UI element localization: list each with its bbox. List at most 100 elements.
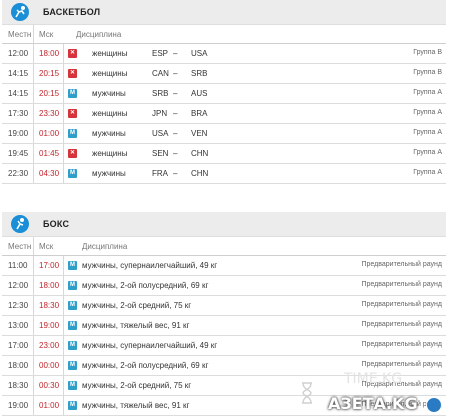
table-row: 14:15 20:15 Mмужчины SRB – AUS Группа A [2, 84, 446, 104]
round-note: Группа A [413, 129, 442, 136]
local-time: 19:00 [8, 129, 29, 138]
discipline: мужчины, 2-ой полусредний, 69 кг [82, 361, 209, 370]
local-time: 12:00 [8, 281, 29, 290]
watermark-text: АЗЕТА.KG [328, 394, 418, 413]
local-time: 19:45 [8, 149, 29, 158]
team-separator: – [173, 109, 178, 118]
men-badge-icon: M [68, 361, 77, 370]
table-row: 22:30 04:30 Mмужчины FRA – CHN Группа A [2, 164, 446, 184]
team-separator: – [173, 49, 178, 58]
local-time: 14:15 [8, 69, 29, 78]
boxing-icon [11, 215, 29, 233]
col-discipline: Дисциплина [82, 242, 128, 251]
moscow-time: 20:15 [39, 89, 60, 98]
moscow-time: 17:00 [39, 261, 60, 270]
women-badge-icon: ✕ [68, 109, 77, 118]
moscow-time: 18:30 [39, 301, 60, 310]
discipline: мужчины, 2-ой полусредний, 69 кг [82, 281, 209, 290]
col-local: Местн [8, 30, 32, 39]
col-msk: Мск [39, 242, 54, 251]
moscow-time: 23:00 [39, 341, 60, 350]
team-2: CHN [191, 169, 209, 178]
moscow-time: 01:00 [39, 401, 60, 410]
moscow-time: 20:15 [39, 69, 60, 78]
round-note: Предварительный раунд [361, 281, 442, 288]
basketball-icon [11, 3, 29, 21]
moscow-time: 23:30 [39, 109, 60, 118]
team-2: BRA [191, 109, 208, 118]
men-badge-icon: M [68, 281, 77, 290]
round-note: Группа A [413, 109, 442, 116]
local-time: 22:30 [8, 169, 29, 178]
team-2: USA [191, 49, 208, 58]
moscow-time: 18:00 [39, 49, 60, 58]
local-time: 12:30 [8, 301, 29, 310]
round-note: Группа B [413, 69, 442, 76]
moscow-time: 19:00 [39, 321, 60, 330]
discipline: мужчины [92, 89, 126, 98]
moscow-time: 00:00 [39, 361, 60, 370]
men-badge-icon: M [68, 89, 77, 98]
discipline: мужчины [92, 169, 126, 178]
col-discipline: Дисциплина [76, 30, 122, 39]
men-badge-icon: M [68, 261, 77, 270]
women-badge-icon: ✕ [68, 69, 77, 78]
table-row: 19:45 01:45 ✕ женщины SEN – CHN Группа A [2, 144, 446, 164]
local-time: 13:00 [8, 321, 29, 330]
men-badge-icon: M [68, 341, 77, 350]
discipline: мужчины, тяжелый вес, 91 кг [82, 401, 190, 410]
round-note: Предварительный раунд [361, 301, 442, 308]
discipline: мужчины, 2-ой средний, 75 кг [82, 381, 192, 390]
team-1: SEN [152, 149, 169, 158]
hourglass-icon [302, 382, 312, 404]
local-time: 11:00 [8, 261, 28, 270]
table-row: 17:30 23:30 ✕ женщины JPN – BRA Группа A [2, 104, 446, 124]
watermark-logo: TIME.KG АЗЕТА.KG [322, 371, 446, 415]
column-header: Местн Мск Дисциплина [2, 237, 446, 256]
team-2: CHN [191, 149, 209, 158]
women-badge-icon: ✕ [68, 49, 77, 58]
discipline: женщины [92, 109, 128, 118]
team-2: SRB [191, 69, 208, 78]
local-time: 19:00 [8, 401, 29, 410]
table-row: 19:00 01:00 Mмужчины USA – VEN Группа A [2, 124, 446, 144]
team-separator: – [173, 69, 178, 78]
team-1: CAN [152, 69, 169, 78]
local-time: 17:30 [8, 109, 29, 118]
round-note: Группа A [413, 169, 442, 176]
team-1: SRB [152, 89, 169, 98]
table-row: 13:00 19:00 Mмужчины, тяжелый вес, 91 кг Пр… [2, 316, 446, 336]
section-title: БАСКЕТБОЛ [43, 7, 101, 17]
discipline: женщины [92, 49, 128, 58]
men-badge-icon: M [68, 169, 77, 178]
team-separator: – [173, 169, 178, 178]
basketball-section: БАСКЕТБОЛ Местн Мск Дисциплина 12:00 18:0… [2, 0, 446, 184]
globe-icon [426, 397, 442, 413]
team-2: VEN [191, 129, 208, 138]
team-1: JPN [152, 109, 168, 118]
round-note: Предварительный раунд [361, 261, 442, 268]
round-note: Предварительный раунд [361, 341, 442, 348]
team-separator: – [173, 129, 178, 138]
moscow-time: 04:30 [39, 169, 60, 178]
boxing-header: БОКС [2, 212, 446, 237]
discipline: мужчины, тяжелый вес, 91 кг [82, 321, 190, 330]
moscow-time: 01:00 [39, 129, 60, 138]
women-badge-icon: ✕ [68, 149, 77, 158]
discipline: мужчины [92, 129, 126, 138]
round-note: Группа A [413, 89, 442, 96]
team-1: ESP [152, 49, 169, 58]
col-local: Местн [8, 242, 32, 251]
table-row: 17:00 23:00 Mмужчины, супернаилегчайший, 4… [2, 336, 446, 356]
discipline: мужчины, супернаилегчайший, 49 кг [82, 341, 218, 350]
basketball-header: БАСКЕТБОЛ [2, 0, 446, 25]
table-row: 11:00 17:00 Mмужчины, супернаилегчайший, 4… [2, 256, 446, 276]
round-note: Предварительный раунд [361, 321, 442, 328]
local-time: 18:00 [8, 361, 29, 370]
col-msk: Мск [39, 30, 54, 39]
discipline: женщины [92, 149, 128, 158]
round-note: Предварительный раунд [361, 361, 442, 368]
watermark-ghost-text: TIME.KG [344, 371, 403, 387]
table-row: 12:30 18:30 Mмужчины, 2-ой средний, 75 кг П… [2, 296, 446, 316]
team-1: USA [152, 129, 169, 138]
